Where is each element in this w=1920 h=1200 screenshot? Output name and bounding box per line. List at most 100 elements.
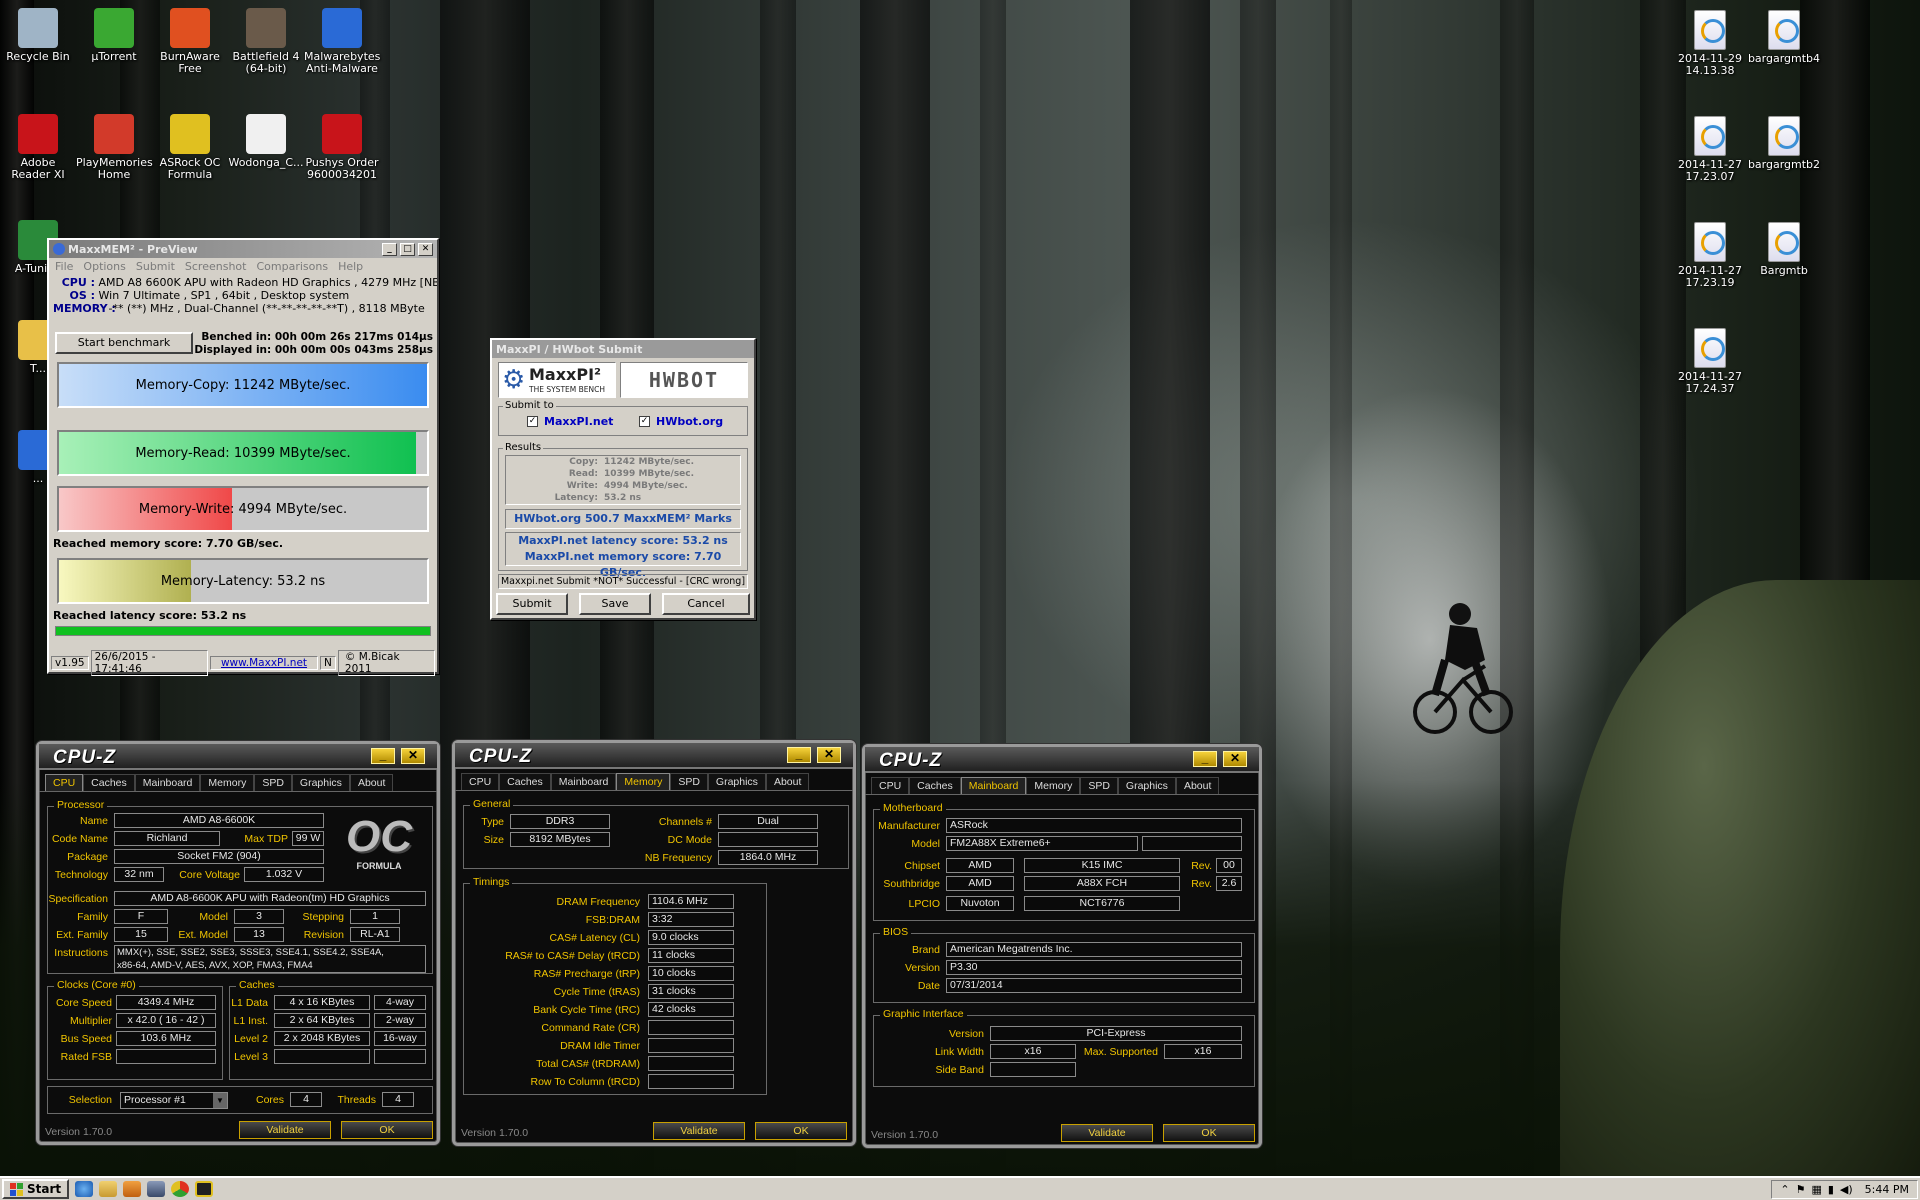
tab-caches[interactable]: Caches bbox=[83, 774, 135, 791]
submit-button[interactable]: Submit bbox=[496, 593, 568, 615]
desktop-icon[interactable]: Recycle Bin bbox=[0, 8, 76, 63]
tab-mainboard[interactable]: Mainboard bbox=[134, 774, 201, 791]
close-button[interactable]: ✕ bbox=[1223, 751, 1247, 767]
cpuz-taskbar-icon[interactable] bbox=[147, 1181, 166, 1197]
tab-about[interactable]: About bbox=[1175, 777, 1220, 794]
menu-help[interactable]: Help bbox=[338, 260, 363, 273]
close-button[interactable]: ✕ bbox=[817, 747, 841, 763]
tab-mainboard[interactable]: Mainboard bbox=[960, 777, 1027, 794]
desktop-icon[interactable]: PlayMemories Home bbox=[76, 114, 153, 181]
tab-cpu[interactable]: CPU bbox=[871, 777, 910, 794]
cpuz-memory-window[interactable]: CPU-Z _ ✕ CPU Caches Mainboard Memory SPD Gra… bbox=[452, 740, 856, 1146]
maxxpi-net-checkbox[interactable]: ✓ MaxxPI.net bbox=[527, 415, 613, 428]
close-button[interactable]: ✕ bbox=[418, 242, 433, 256]
dc-mode-value bbox=[718, 832, 818, 847]
maxxmem-titlebar[interactable]: MaxxMEM² - PreView _ □ ✕ bbox=[49, 240, 437, 258]
desktop-icon-label: Malwarebytes Anti-Malware bbox=[304, 50, 381, 75]
cpuz-cpu-window[interactable]: CPU-Z _ ✕ CPU Caches Mainboard Memory SPD Gra… bbox=[36, 741, 440, 1145]
internet-explorer-icon[interactable] bbox=[75, 1181, 94, 1197]
cpuz-titlebar[interactable]: CPU-Z _ ✕ bbox=[455, 743, 853, 769]
processor-select[interactable]: Processor #1 ▼ bbox=[120, 1092, 228, 1109]
menu-comparisons[interactable]: Comparisons bbox=[256, 260, 328, 273]
validate-button[interactable]: Validate bbox=[653, 1122, 745, 1140]
tab-memory[interactable]: Memory bbox=[616, 773, 671, 790]
minimize-button[interactable]: _ bbox=[787, 747, 811, 763]
hwbot-org-checkbox[interactable]: ✓ HWbot.org bbox=[639, 415, 723, 428]
tab-memory[interactable]: Memory bbox=[1026, 777, 1081, 794]
validate-button[interactable]: Validate bbox=[1061, 1124, 1153, 1142]
tab-graphics[interactable]: Graphics bbox=[1117, 777, 1176, 794]
image-file-icon bbox=[1694, 116, 1726, 156]
start-button[interactable]: Start bbox=[2, 1179, 70, 1199]
maxxpi-latency-score: MaxxPI.net latency score: 53.2 ns bbox=[518, 534, 728, 547]
ok-button[interactable]: OK bbox=[341, 1121, 433, 1139]
tab-about[interactable]: About bbox=[765, 773, 810, 790]
chrome-icon[interactable] bbox=[171, 1181, 190, 1197]
tab-graphics[interactable]: Graphics bbox=[291, 774, 350, 791]
clock[interactable]: 5:44 PM bbox=[1865, 1183, 1909, 1196]
minimize-button[interactable]: _ bbox=[371, 748, 395, 764]
maximize-button[interactable]: □ bbox=[400, 242, 415, 256]
tab-about[interactable]: About bbox=[349, 774, 394, 791]
show-hidden-icons-icon[interactable]: ⌃ bbox=[1780, 1183, 1789, 1196]
desktop-file-icon[interactable]: bargargmtb2 bbox=[1746, 116, 1822, 171]
desktop-icon[interactable]: Adobe Reader XI bbox=[0, 114, 76, 181]
flag-icon[interactable]: ⚑ bbox=[1796, 1183, 1806, 1196]
desktop-file-icon[interactable]: 2014-11-27 17.23.07 bbox=[1672, 116, 1748, 183]
desktop-icon[interactable]: Pushys Order 9600034201 bbox=[304, 114, 380, 181]
desktop-file-icon[interactable]: 2014-11-27 17.23.19 bbox=[1672, 222, 1748, 289]
desktop-file-icon[interactable]: 2014-11-29 14.13.38 bbox=[1672, 10, 1748, 77]
volume-icon[interactable]: ◀) bbox=[1840, 1183, 1853, 1196]
desktop-file-icon[interactable]: 2014-11-27 17.24.37 bbox=[1672, 328, 1748, 395]
tab-caches[interactable]: Caches bbox=[499, 773, 551, 790]
start-benchmark-button[interactable]: Start benchmark bbox=[55, 332, 193, 354]
menu-screenshot[interactable]: Screenshot bbox=[185, 260, 247, 273]
tab-graphics[interactable]: Graphics bbox=[707, 773, 766, 790]
tab-memory[interactable]: Memory bbox=[200, 774, 255, 791]
maxxmem-taskbar-icon[interactable] bbox=[195, 1181, 214, 1197]
memory-write-bar: Memory-Write: 4994 MByte/sec. bbox=[57, 486, 429, 532]
cpuz-logo: CPU-Z bbox=[879, 750, 943, 771]
bus-speed-value: 103.6 MHz bbox=[116, 1031, 216, 1046]
desktop-icon[interactable]: ASRock OC Formula bbox=[152, 114, 228, 181]
tab-cpu[interactable]: CPU bbox=[45, 774, 84, 791]
tab-spd[interactable]: SPD bbox=[254, 774, 292, 791]
desktop-icon[interactable]: Wodonga_C... bbox=[228, 114, 304, 169]
desktop-file-icon[interactable]: bargargmtb4 bbox=[1746, 10, 1822, 65]
timing-label: Command Rate (CR) bbox=[541, 1022, 640, 1034]
minimize-button[interactable]: _ bbox=[382, 242, 397, 256]
menu-options[interactable]: Options bbox=[83, 260, 125, 273]
hwbot-titlebar[interactable]: MaxxPI / HWbot Submit bbox=[492, 340, 754, 358]
save-button[interactable]: Save bbox=[579, 593, 651, 615]
validate-button[interactable]: Validate bbox=[239, 1121, 331, 1139]
desktop-icon[interactable]: Battlefield 4 (64-bit) bbox=[228, 8, 304, 75]
desktop-icon[interactable]: µTorrent bbox=[76, 8, 152, 63]
tab-spd[interactable]: SPD bbox=[1080, 777, 1118, 794]
cpuz-mainboard-window[interactable]: CPU-Z _ ✕ CPU Caches Mainboard Memory SPD Gra… bbox=[862, 744, 1262, 1148]
ok-button[interactable]: OK bbox=[1163, 1124, 1255, 1142]
explorer-folder-icon[interactable] bbox=[99, 1181, 118, 1197]
cpuz-titlebar[interactable]: CPU-Z _ ✕ bbox=[39, 744, 437, 770]
close-button[interactable]: ✕ bbox=[401, 748, 425, 764]
maxxpi-link[interactable]: www.MaxxPI.net bbox=[209, 656, 319, 670]
hwbot-submit-window[interactable]: MaxxPI / HWbot Submit ⚙ MaxxPI² THE SYST… bbox=[490, 338, 756, 620]
tab-cpu[interactable]: CPU bbox=[461, 773, 500, 790]
ok-button[interactable]: OK bbox=[755, 1122, 847, 1140]
menu-file[interactable]: File bbox=[55, 260, 73, 273]
minimize-button[interactable]: _ bbox=[1193, 751, 1217, 767]
desktop-icon[interactable]: BurnAware Free bbox=[152, 8, 228, 75]
desktop-file-icon[interactable]: Bargmtb bbox=[1746, 222, 1822, 277]
network-icon[interactable]: ▮ bbox=[1828, 1183, 1834, 1196]
media-player-icon[interactable] bbox=[123, 1181, 142, 1197]
cancel-button[interactable]: Cancel bbox=[662, 593, 750, 615]
tab-caches[interactable]: Caches bbox=[909, 777, 961, 794]
tab-spd[interactable]: SPD bbox=[670, 773, 708, 790]
windows-icon[interactable]: ▦ bbox=[1811, 1183, 1821, 1196]
general-group: General Type DDR3 Channels # Dual Size 8… bbox=[463, 798, 849, 869]
cpuz-titlebar[interactable]: CPU-Z _ ✕ bbox=[865, 747, 1259, 773]
desktop-icon[interactable]: Malwarebytes Anti-Malware bbox=[304, 8, 380, 75]
tab-mainboard[interactable]: Mainboard bbox=[550, 773, 617, 790]
maxxmem-window[interactable]: MaxxMEM² - PreView _ □ ✕ File Options Su… bbox=[47, 238, 439, 676]
menu-submit[interactable]: Submit bbox=[136, 260, 175, 273]
timing-label: Total CAS# (tRDRAM) bbox=[536, 1058, 640, 1070]
